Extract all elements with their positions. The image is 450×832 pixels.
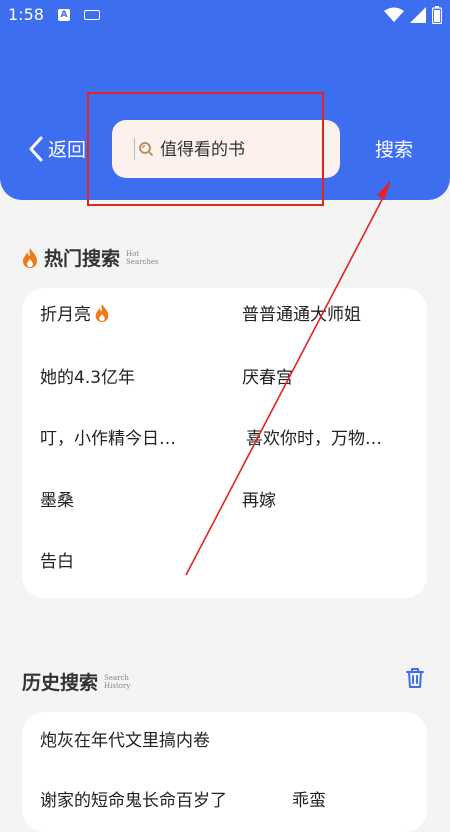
- hot-item-label: 厌春宫: [242, 368, 293, 388]
- search-button[interactable]: 搜索: [375, 135, 413, 162]
- signal-icon: [410, 7, 426, 23]
- fire-icon: [95, 303, 109, 322]
- status-bar: 1:58 A: [0, 0, 450, 32]
- hot-item-label: 普普通通大师姐: [242, 305, 361, 325]
- history-item[interactable]: 炮灰在年代文里搞内卷: [40, 726, 210, 751]
- battery-icon: [432, 6, 442, 24]
- hot-search-card: 折月亮 普普通通大师姐 她的4.3亿年 厌春宫 叮，小作精今日… 喜欢你时，万物…: [22, 288, 427, 598]
- hot-item-label: 喜欢你时，万物…: [246, 429, 382, 449]
- a-notification-icon: A: [58, 9, 70, 21]
- hot-item-label: 叮，小作精今日…: [40, 429, 176, 449]
- hot-item[interactable]: 她的4.3亿年: [40, 363, 135, 388]
- history-title: 历史搜索: [22, 672, 99, 694]
- hot-item[interactable]: 折月亮: [40, 300, 111, 325]
- history-item[interactable]: 谢家的短命鬼长命百岁了: [40, 786, 227, 811]
- history-subtitle-line1: Search: [104, 673, 129, 682]
- hot-item-label: 告白: [40, 552, 74, 572]
- search-highlight-box: [87, 92, 324, 206]
- back-button[interactable]: 返回: [28, 135, 86, 162]
- fire-icon: [23, 247, 37, 268]
- hot-item[interactable]: 普普通通大师姐: [242, 300, 361, 325]
- back-label: 返回: [48, 139, 87, 161]
- hot-item[interactable]: 厌春宫: [242, 363, 293, 388]
- hot-search-heading: 热门搜索 Hot Searches: [20, 244, 159, 271]
- hot-search-subtitle: Hot Searches: [126, 250, 159, 266]
- hot-item[interactable]: 再嫁: [242, 486, 276, 511]
- history-card: 炮灰在年代文里搞内卷 谢家的短命鬼长命百岁了 乖蛮: [22, 712, 427, 832]
- status-time: 1:58: [8, 5, 44, 24]
- history-subtitle-line2: History: [104, 681, 131, 690]
- wifi-icon: [384, 7, 404, 22]
- trash-icon[interactable]: [404, 666, 426, 690]
- hot-item[interactable]: 叮，小作精今日…: [40, 424, 176, 449]
- section-divider: [0, 628, 450, 656]
- hot-subtitle-line2: Searches: [126, 257, 159, 266]
- back-chevron-icon: [29, 136, 43, 161]
- history-item[interactable]: 乖蛮: [292, 786, 326, 811]
- hot-item-label: 墨桑: [40, 491, 74, 511]
- hot-item[interactable]: 墨桑: [40, 486, 74, 511]
- history-subtitle: Search History: [104, 674, 130, 690]
- hot-subtitle-line1: Hot: [126, 249, 140, 258]
- hot-search-title: 热门搜索: [44, 248, 121, 270]
- keyboard-icon: [84, 10, 100, 20]
- hot-item-label: 她的4.3亿年: [40, 368, 136, 388]
- hot-item[interactable]: 喜欢你时，万物…: [246, 424, 382, 449]
- hot-item-label: 折月亮: [40, 305, 91, 325]
- hot-item[interactable]: 告白: [40, 547, 74, 572]
- history-heading: 历史搜索 Search History: [22, 668, 130, 695]
- hot-item-label: 再嫁: [242, 491, 276, 511]
